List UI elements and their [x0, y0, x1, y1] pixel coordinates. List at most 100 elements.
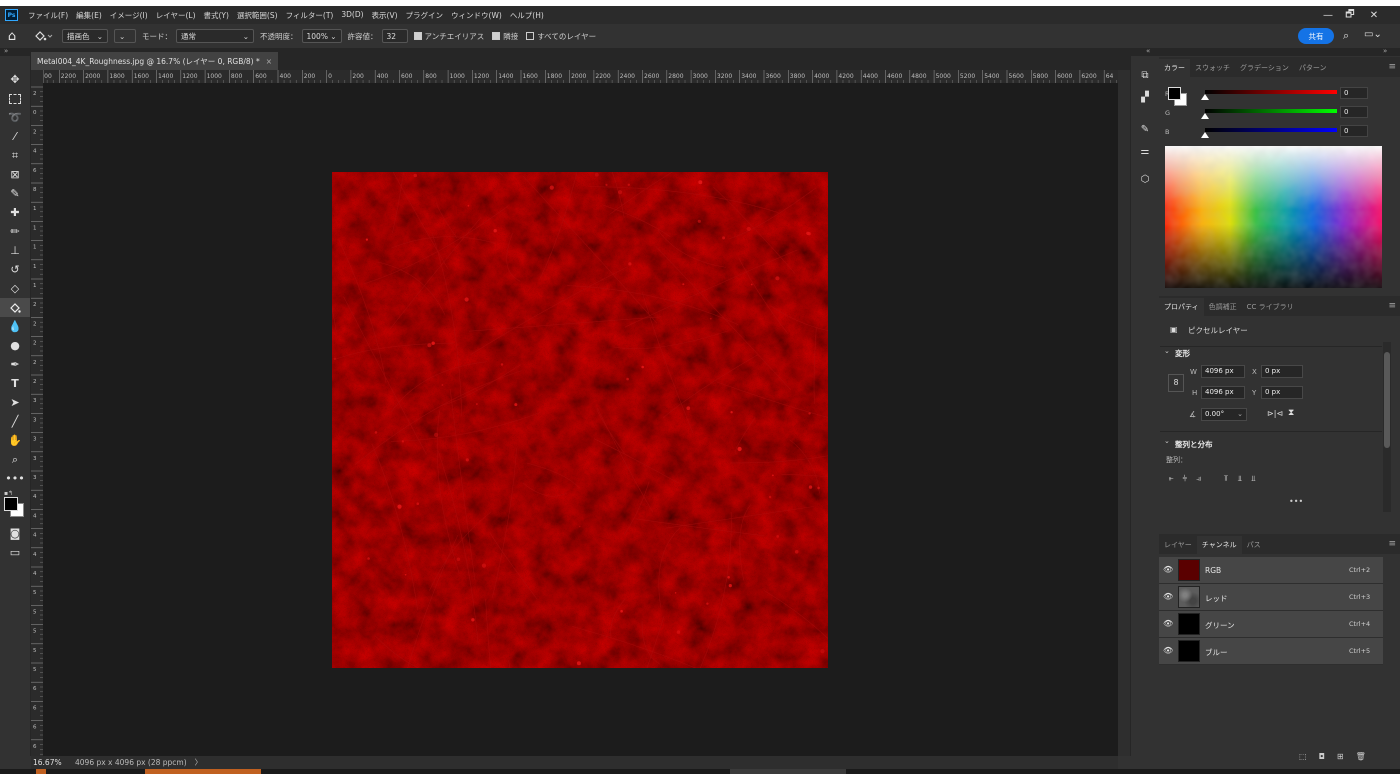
- taskbar-item[interactable]: [730, 769, 846, 774]
- hand-tool-icon[interactable]: ✋: [0, 431, 30, 450]
- link-icon[interactable]: 8: [1168, 374, 1184, 392]
- collapse-toolbar-icon[interactable]: »: [4, 47, 8, 55]
- history-brush-tool-icon[interactable]: ↺: [0, 260, 30, 279]
- share-button[interactable]: 共有: [1298, 28, 1334, 44]
- delete-channel-icon[interactable]: 🗑: [1356, 752, 1366, 761]
- color-foreground-swatch[interactable]: [1168, 87, 1181, 100]
- slider-value-field[interactable]: 0: [1340, 125, 1368, 137]
- color-panel-menu-icon[interactable]: ≡: [1388, 62, 1396, 72]
- new-channel-icon[interactable]: ⊞: [1337, 752, 1344, 761]
- align-center-v-icon[interactable]: ⫫: [1237, 474, 1242, 484]
- adjustments-panel-icon[interactable]: ⚌: [1131, 140, 1159, 162]
- contiguous-checkbox[interactable]: [492, 32, 501, 40]
- slider-value-field[interactable]: 0: [1340, 87, 1368, 99]
- ruler-origin[interactable]: [31, 70, 44, 84]
- slider-thumb[interactable]: [1201, 132, 1209, 138]
- canvas-vertical-scrollbar[interactable]: [1118, 70, 1130, 756]
- type-tool-icon[interactable]: T: [0, 374, 30, 393]
- height-field[interactable]: 4096 px: [1201, 386, 1245, 399]
- slider-thumb[interactable]: [1201, 113, 1209, 119]
- home-icon[interactable]: ⌂: [0, 29, 24, 44]
- slider-thumb[interactable]: [1201, 94, 1209, 100]
- paint-bucket-preset-icon[interactable]: [24, 30, 62, 42]
- menu-item[interactable]: ファイル(F): [24, 10, 72, 21]
- photoshop-logo-icon[interactable]: Ps: [5, 9, 18, 21]
- minimize-button[interactable]: —: [1317, 6, 1339, 24]
- close-tab-icon[interactable]: ×: [266, 57, 272, 66]
- collapse-icons-icon[interactable]: «: [1146, 47, 1150, 55]
- menu-item[interactable]: 3D(D): [337, 10, 367, 21]
- channels-panel-menu-icon[interactable]: ≡: [1388, 539, 1396, 549]
- eye-icon[interactable]: 👁: [1163, 646, 1173, 655]
- menu-item[interactable]: 書式(Y): [200, 10, 233, 21]
- menu-item[interactable]: レイヤー(L): [152, 10, 200, 21]
- quick-mask-icon[interactable]: ◙: [0, 524, 30, 543]
- align-bottom-icon[interactable]: ⫫: [1251, 474, 1256, 484]
- screen-mode-icon[interactable]: ▭: [0, 543, 30, 562]
- more-tools-icon[interactable]: •••: [0, 469, 30, 488]
- document-tab[interactable]: Metal004_4K_Roughness.jpg @ 16.7% (レイヤー …: [31, 52, 279, 70]
- flip-vertical-icon[interactable]: ⧗: [1288, 408, 1294, 418]
- search-icon[interactable]: ⌕: [1343, 29, 1349, 43]
- paint-bucket-tool-icon[interactable]: [0, 298, 30, 317]
- chevron-down-icon[interactable]: ⌄: [1164, 347, 1170, 355]
- menu-item[interactable]: イメージ(I): [106, 10, 152, 21]
- slider-track[interactable]: [1205, 90, 1337, 94]
- menu-item[interactable]: ウィンドウ(W): [447, 10, 506, 21]
- zoom-level[interactable]: 16.67%: [33, 758, 71, 767]
- all-layers-checkbox[interactable]: [526, 32, 535, 40]
- slider-track[interactable]: [1205, 128, 1337, 132]
- menu-item[interactable]: 選択範囲(S): [233, 10, 282, 21]
- menu-item[interactable]: プラグイン: [402, 10, 448, 21]
- path-selection-tool-icon[interactable]: ➤: [0, 393, 30, 412]
- eye-icon[interactable]: 👁: [1163, 565, 1173, 574]
- zoom-tool-icon[interactable]: ⌕: [0, 450, 30, 469]
- status-menu-arrow[interactable]: 〉: [195, 757, 203, 768]
- align-left-icon[interactable]: ⫦: [1169, 474, 1174, 484]
- load-selection-icon[interactable]: ⬚: [1299, 752, 1307, 761]
- magic-wand-tool-icon[interactable]: ⁄: [0, 127, 30, 146]
- taskbar-item-active[interactable]: [145, 769, 261, 774]
- frame-tool-icon[interactable]: ⊠: [0, 165, 30, 184]
- properties-scrollbar[interactable]: [1383, 342, 1391, 512]
- opacity-field[interactable]: 100% ⌄: [301, 29, 342, 43]
- panel-tab[interactable]: グラデーション: [1235, 59, 1294, 77]
- panel-tab[interactable]: 色調補正: [1204, 298, 1242, 316]
- foreground-color-swatch[interactable]: [4, 497, 18, 511]
- panel-tab[interactable]: レイヤー: [1159, 536, 1197, 554]
- slider-value-field[interactable]: 0: [1340, 106, 1368, 118]
- channel-row[interactable]: 👁 ブルー Ctrl+5: [1159, 638, 1383, 665]
- eraser-tool-icon[interactable]: ◇: [0, 279, 30, 298]
- antialias-checkbox[interactable]: [413, 32, 422, 40]
- panel-tab[interactable]: パス: [1242, 536, 1266, 554]
- panel-tab[interactable]: パターン: [1294, 59, 1332, 77]
- panel-tab[interactable]: カラー: [1159, 59, 1190, 77]
- workspace-icon[interactable]: ▭⌄: [1364, 29, 1382, 40]
- flip-horizontal-icon[interactable]: ⊳|⊲: [1267, 409, 1283, 418]
- dodge-tool-icon[interactable]: ●: [0, 336, 30, 355]
- brush-tool-icon[interactable]: ✏: [0, 222, 30, 241]
- menu-item[interactable]: 表示(V): [368, 10, 402, 21]
- move-tool-icon[interactable]: ✥: [0, 70, 30, 89]
- 3d-panel-icon[interactable]: ⬡: [1131, 168, 1159, 190]
- restore-button[interactable]: 🗗: [1339, 6, 1361, 24]
- canvas-area[interactable]: [43, 83, 1118, 756]
- roughness-texture-image[interactable]: [332, 172, 828, 668]
- marquee-tool-icon[interactable]: [0, 89, 30, 108]
- panel-tab[interactable]: プロパティ: [1159, 298, 1204, 316]
- document-size-info[interactable]: 4096 px x 4096 px (28 ppcm): [75, 758, 187, 767]
- chevron-down-icon[interactable]: ⌄: [1164, 437, 1170, 445]
- clone-stamp-tool-icon[interactable]: ⊥: [0, 241, 30, 260]
- history-panel-icon[interactable]: ⧉: [1131, 64, 1159, 86]
- mode-select[interactable]: 通常 ⌄: [176, 29, 254, 43]
- panel-tab[interactable]: CC ライブラリ: [1242, 298, 1299, 316]
- taskbar-icon[interactable]: [36, 769, 46, 774]
- pattern-picker[interactable]: ⌄: [114, 29, 136, 43]
- y-field[interactable]: 0 px: [1261, 386, 1303, 399]
- channel-row[interactable]: 👁 RGB Ctrl+2: [1159, 557, 1383, 584]
- channel-row[interactable]: 👁 レッド Ctrl+3: [1159, 584, 1383, 611]
- tolerance-field[interactable]: 32: [381, 29, 408, 43]
- blur-tool-icon[interactable]: 💧: [0, 317, 30, 336]
- scrollbar-thumb[interactable]: [1384, 352, 1390, 448]
- brush-settings-panel-icon[interactable]: ✎: [1131, 118, 1159, 140]
